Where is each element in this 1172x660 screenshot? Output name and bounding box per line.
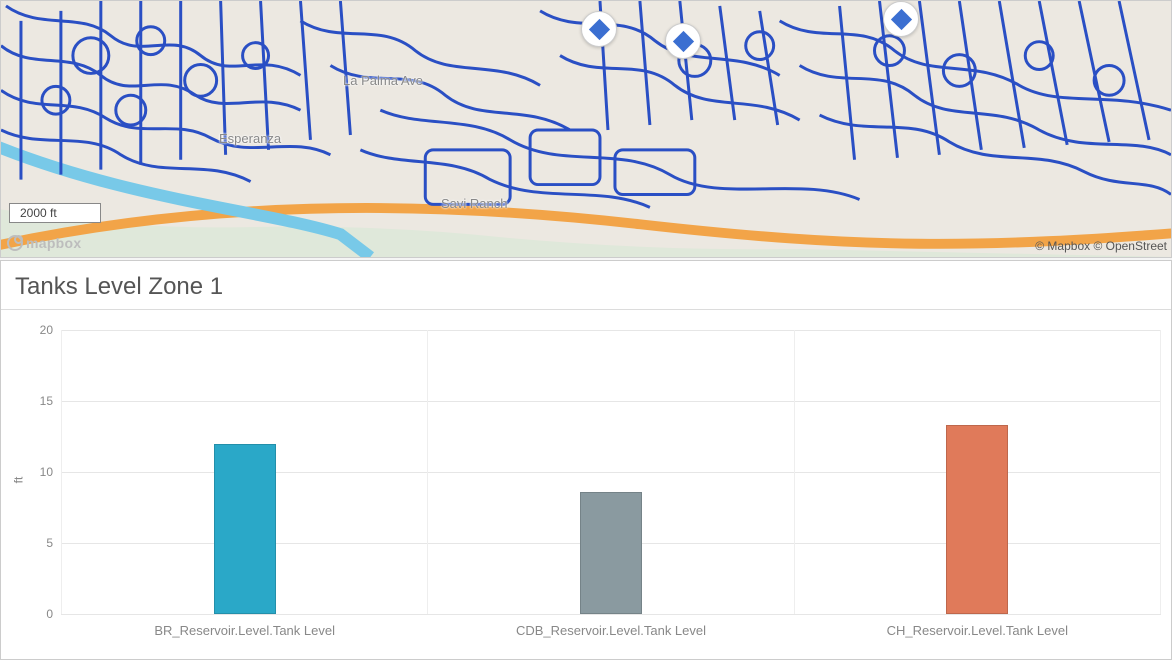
reservoir-marker-2[interactable] (665, 23, 701, 59)
chart-bars: BR_Reservoir.Level.Tank LevelCDB_Reservo… (61, 330, 1161, 614)
mapbox-logo: mapbox (7, 235, 81, 251)
map-scale: 2000 ft (9, 203, 101, 223)
y-tick-label: 20 (17, 323, 53, 337)
map-attribution: © Mapbox © OpenStreet (1035, 239, 1167, 253)
bar-cell: CDB_Reservoir.Level.Tank Level (427, 330, 793, 614)
reservoir-marker-3[interactable] (883, 1, 919, 37)
diamond-icon (890, 8, 911, 29)
chart-title: Tanks Level Zone 1 (1, 261, 1171, 310)
x-category-label: CDB_Reservoir.Level.Tank Level (428, 623, 793, 638)
chart-bar[interactable] (580, 492, 642, 614)
reservoir-marker-1[interactable] (581, 11, 617, 47)
chart-bar[interactable] (214, 444, 276, 614)
y-tick-label: 15 (17, 394, 53, 408)
y-tick-label: 5 (17, 536, 53, 550)
y-tick-label: 10 (17, 465, 53, 479)
x-category-label: BR_Reservoir.Level.Tank Level (62, 623, 427, 638)
x-category-label: CH_Reservoir.Level.Tank Level (795, 623, 1160, 638)
mapbox-logo-text: mapbox (26, 235, 81, 251)
chart-plot-area: ft 05101520 BR_Reservoir.Level.Tank Leve… (1, 310, 1171, 650)
map-scale-label: 2000 ft (20, 206, 57, 220)
y-tick-label: 0 (17, 607, 53, 621)
diamond-icon (588, 18, 609, 39)
chart-bar[interactable] (946, 425, 1008, 614)
map-panel[interactable]: EsperanzaLa Palma AveSavi Ranch 2000 ft … (0, 0, 1172, 258)
chart-panel: Tanks Level Zone 1 ft 05101520 BR_Reserv… (0, 260, 1172, 660)
bar-cell: BR_Reservoir.Level.Tank Level (61, 330, 427, 614)
gridline (61, 614, 1161, 615)
bar-cell: CH_Reservoir.Level.Tank Level (794, 330, 1161, 614)
diamond-icon (672, 30, 693, 51)
mapbox-icon (7, 235, 23, 251)
